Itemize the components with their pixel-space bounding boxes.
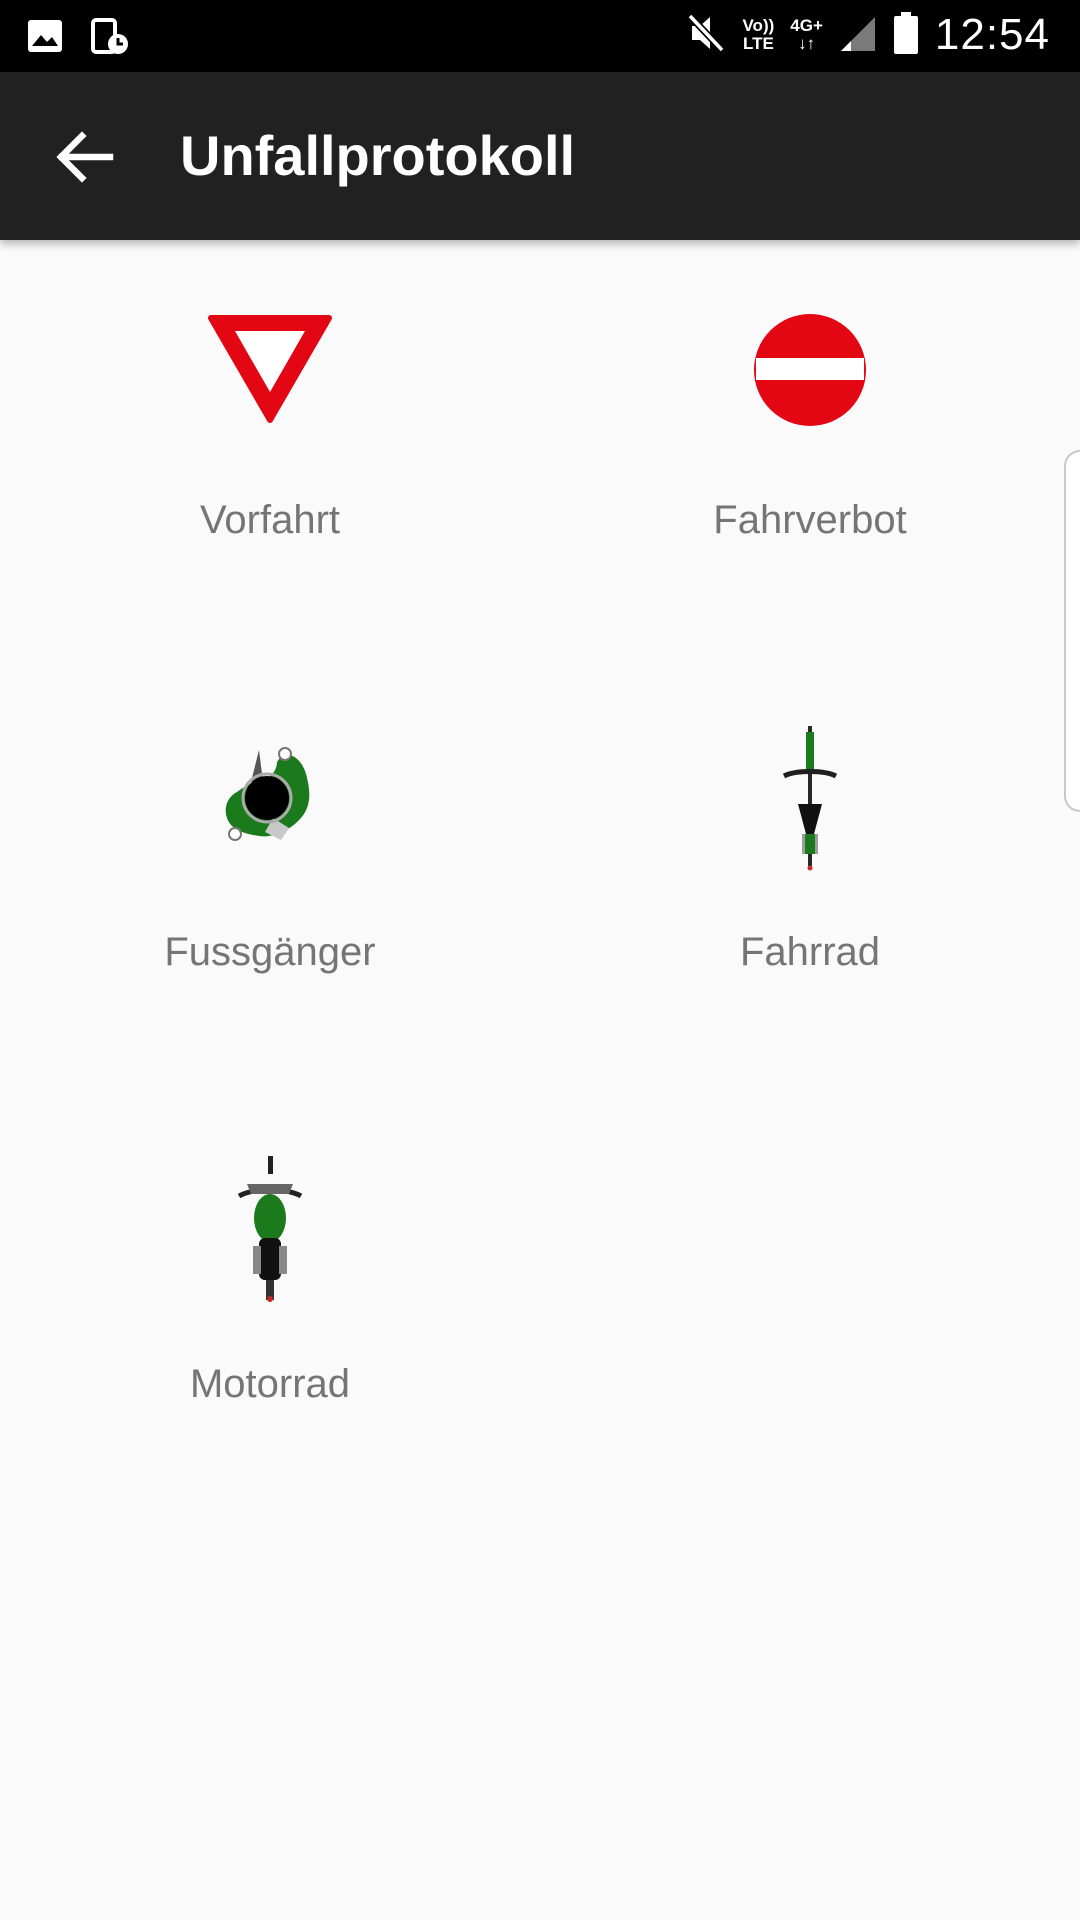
app-bar: Unfallprotokoll	[0, 72, 1080, 240]
motorcycle-icon	[235, 1154, 305, 1309]
screen-timer-icon	[90, 18, 130, 61]
status-bar-left	[26, 18, 130, 61]
arrow-back-icon	[50, 131, 120, 196]
edge-panel-handle[interactable]	[1064, 450, 1080, 812]
status-bar: Vo)) LTE 4G+ ↓↑ 12:54	[0, 0, 1080, 72]
pedestrian-icon	[215, 742, 325, 867]
grid-item-fahrrad[interactable]: Fahrrad	[540, 672, 1080, 1102]
no-entry-sign-icon	[750, 310, 870, 435]
back-button[interactable]	[50, 122, 120, 192]
network-4g-icon: 4G+ ↓↑	[790, 17, 823, 53]
network-arrows: ↓↑	[798, 34, 816, 53]
grid-item-fussgaenger[interactable]: Fussgänger	[0, 672, 540, 1102]
status-time: 12:54	[934, 10, 1050, 59]
volte-top-label: Vo))	[742, 16, 775, 35]
volte-bottom-label: LTE	[742, 34, 774, 53]
signal-icon	[839, 13, 877, 58]
volte-icon: Vo)) LTE	[742, 17, 774, 53]
bicycle-icon	[780, 722, 840, 877]
grid-item-fahrverbot[interactable]: Fahrverbot	[540, 240, 1080, 670]
grid-item-label: Fussgänger	[164, 930, 376, 974]
grid-item-vorfahrt[interactable]: Vorfahrt	[0, 240, 540, 670]
grid-item-label: Fahrverbot	[713, 498, 907, 542]
page-title: Unfallprotokoll	[180, 124, 576, 187]
grid-item-label: Motorrad	[189, 1362, 351, 1406]
status-bar-right: Vo)) LTE 4G+ ↓↑ 12:54	[686, 10, 1050, 60]
mute-icon	[686, 12, 726, 59]
grid-item-motorrad[interactable]: Motorrad	[0, 1104, 540, 1534]
grid-item-label: Fahrrad	[739, 930, 881, 974]
battery-icon	[893, 11, 919, 60]
grid-item-label: Vorfahrt	[199, 498, 341, 542]
gallery-icon	[26, 18, 64, 61]
network-label: 4G+	[790, 16, 823, 35]
yield-sign-icon	[205, 310, 335, 435]
